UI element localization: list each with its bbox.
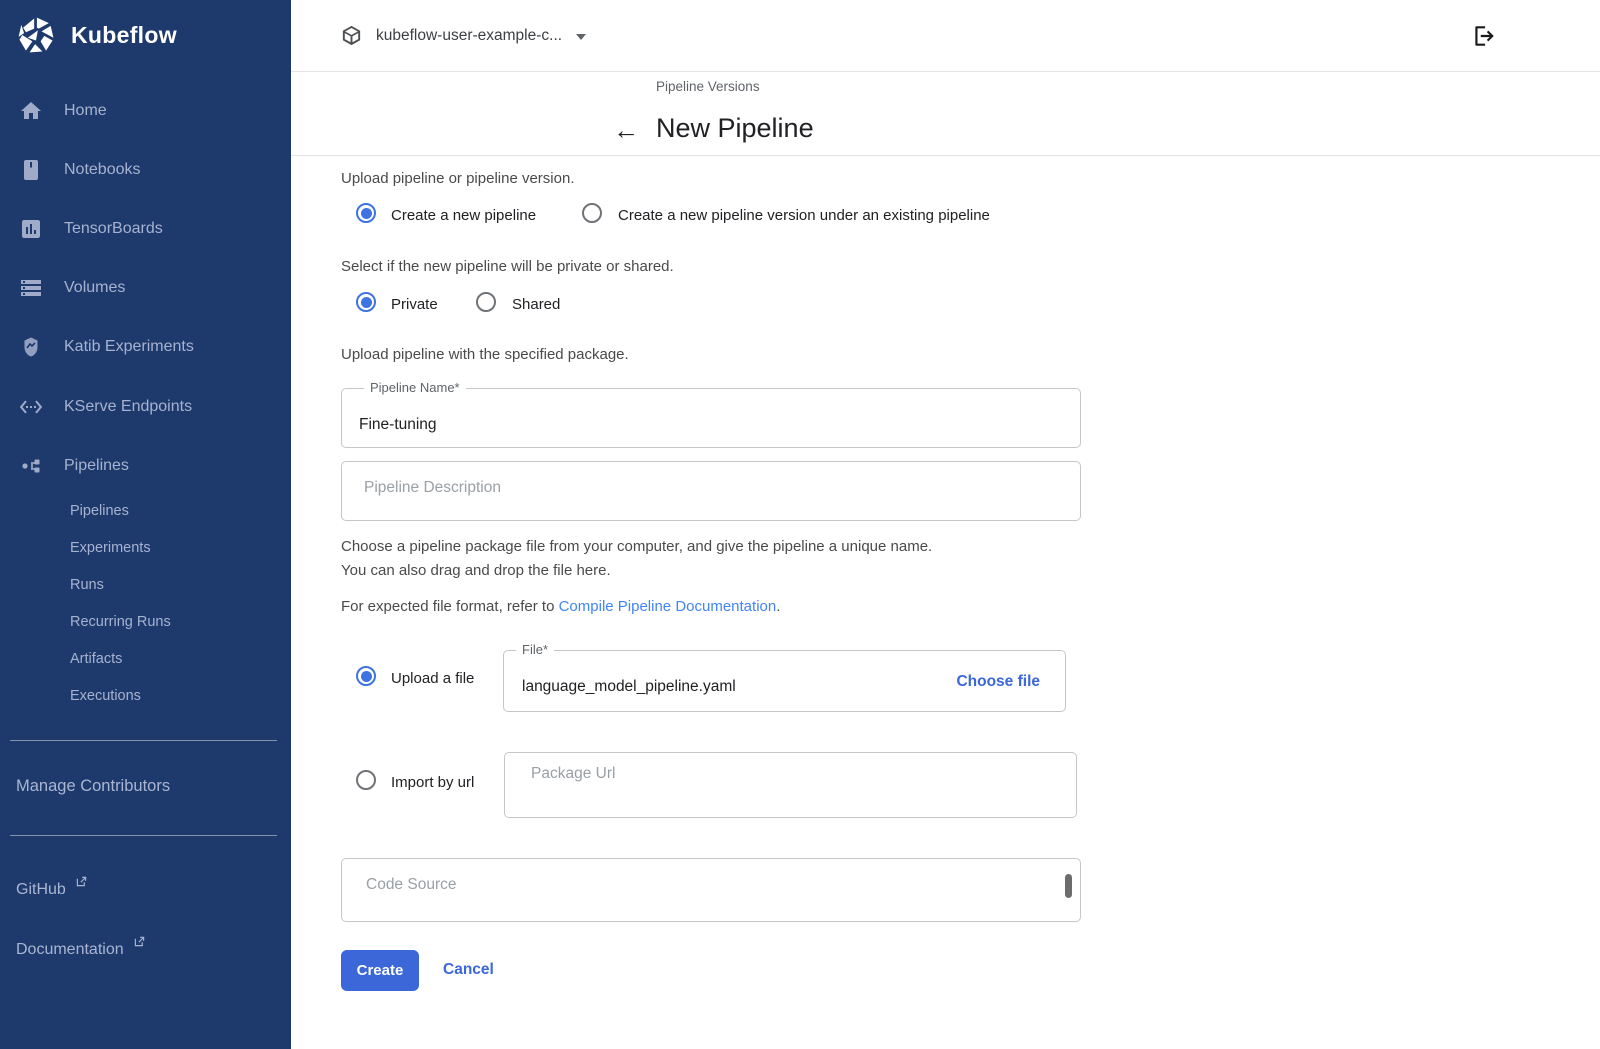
sidebar-item-home[interactable]: Home [0, 98, 291, 124]
pipeline-name-field: Pipeline Name* [341, 388, 1081, 448]
kubeflow-logo-icon [14, 13, 58, 57]
sidebar-item-pipelines[interactable]: Pipelines [0, 453, 291, 479]
create-button[interactable]: Create [341, 950, 419, 991]
pipeline-name-label: Pipeline Name* [364, 380, 466, 395]
radio-shared[interactable] [476, 292, 496, 312]
sidebar-subitem-pipelines[interactable]: Pipelines [70, 503, 129, 519]
sidebar-item-label: Katib Experiments [64, 338, 194, 356]
sidebar-subitem-runs[interactable]: Runs [70, 577, 104, 593]
sidebar-item-label: TensorBoards [64, 220, 163, 238]
radio-private[interactable] [356, 292, 376, 312]
file-field: File* Choose file [503, 650, 1066, 712]
storage-icon [19, 276, 43, 300]
choose-file-button[interactable]: Choose file [956, 673, 1040, 691]
scrollbar-thumb[interactable] [1065, 874, 1072, 898]
code-source-input[interactable] [342, 859, 1080, 921]
hint-drag-drop: You can also drag and drop the file here… [341, 562, 611, 579]
hint-choose-file: Choose a pipeline package file from your… [341, 538, 932, 555]
pipeline-description-input[interactable] [342, 462, 1080, 520]
sidebar-subitem-experiments[interactable]: Experiments [70, 540, 151, 556]
sidebar-item-tensorboards[interactable]: TensorBoards [0, 216, 291, 242]
sidebar-subitem-recurring-runs[interactable]: Recurring Runs [70, 614, 171, 630]
sidebar-item-label: Notebooks [64, 161, 141, 179]
home-icon [19, 99, 43, 123]
sidebar-subitem-artifacts[interactable]: Artifacts [70, 651, 122, 667]
kubeflow-logo[interactable]: Kubeflow [14, 13, 177, 57]
back-arrow-icon[interactable]: ← [613, 115, 639, 146]
breadcrumb: Pipeline Versions [656, 79, 760, 94]
radio-create-new-pipeline-label[interactable]: Create a new pipeline [391, 207, 536, 224]
sidebar-subitem-executions[interactable]: Executions [70, 688, 141, 704]
section-package-label: Upload pipeline with the specified packa… [341, 346, 629, 363]
sidebar-item-notebooks[interactable]: Notebooks [0, 157, 291, 183]
radio-create-new-version[interactable] [582, 203, 602, 223]
ethernet-arrows-icon [19, 395, 43, 419]
radio-import-url[interactable] [356, 770, 376, 790]
sidebar: Kubeflow Home Notebooks TensorBoards Vol… [0, 0, 291, 1049]
external-link-icon [76, 876, 87, 887]
section-upload-label: Upload pipeline or pipeline version. [341, 170, 574, 187]
sidebar-item-katib-experiments[interactable]: Katib Experiments [0, 334, 291, 360]
external-link-icon [134, 936, 145, 947]
compile-pipeline-documentation-link[interactable]: Compile Pipeline Documentation [559, 598, 777, 615]
sidebar-item-kserve-endpoints[interactable]: KServe Endpoints [0, 394, 291, 420]
radio-upload-file[interactable] [356, 666, 376, 686]
bar-chart-icon [19, 217, 43, 241]
radio-private-label[interactable]: Private [391, 296, 438, 313]
app-title: Kubeflow [71, 22, 177, 49]
radio-import-url-label[interactable]: Import by url [391, 774, 474, 791]
page-title: New Pipeline [656, 113, 814, 144]
katib-icon [19, 335, 43, 359]
github-link-label: GitHub [16, 881, 66, 898]
notebook-icon [19, 158, 43, 182]
radio-create-new-version-label[interactable]: Create a new pipeline version under an e… [618, 207, 990, 224]
sidebar-item-label: Home [64, 102, 107, 120]
radio-shared-label[interactable]: Shared [512, 296, 560, 313]
hint-format-suffix: . [776, 598, 780, 615]
sidebar-divider [10, 835, 277, 836]
documentation-link-label: Documentation [16, 941, 124, 958]
sidebar-item-label: KServe Endpoints [64, 398, 192, 416]
pipeline-description-field [341, 461, 1081, 521]
radio-upload-file-label[interactable]: Upload a file [391, 670, 474, 687]
section-visibility-label: Select if the new pipeline will be priva… [341, 258, 674, 275]
sidebar-item-label: Volumes [64, 279, 125, 297]
main-content: Pipeline Versions ← New Pipeline Upload … [291, 0, 1600, 1049]
package-url-input[interactable] [505, 753, 1076, 817]
sidebar-link-github[interactable]: GitHub [16, 876, 87, 899]
pipelines-icon [19, 454, 43, 478]
radio-create-new-pipeline[interactable] [356, 203, 376, 223]
sidebar-link-documentation[interactable]: Documentation [16, 936, 145, 959]
sidebar-divider [10, 740, 277, 741]
sidebar-item-manage-contributors[interactable]: Manage Contributors [16, 777, 170, 796]
header-divider [291, 155, 1600, 156]
hint-format-prefix: For expected file format, refer to [341, 598, 559, 615]
sidebar-item-volumes[interactable]: Volumes [0, 275, 291, 301]
file-label: File* [516, 642, 554, 657]
code-source-field [341, 858, 1081, 922]
package-url-field [504, 752, 1077, 818]
cancel-button[interactable]: Cancel [443, 961, 494, 979]
pipeline-name-input[interactable] [342, 389, 1080, 447]
sidebar-item-label: Pipelines [64, 457, 129, 475]
hint-file-format: For expected file format, refer to Compi… [341, 598, 780, 615]
